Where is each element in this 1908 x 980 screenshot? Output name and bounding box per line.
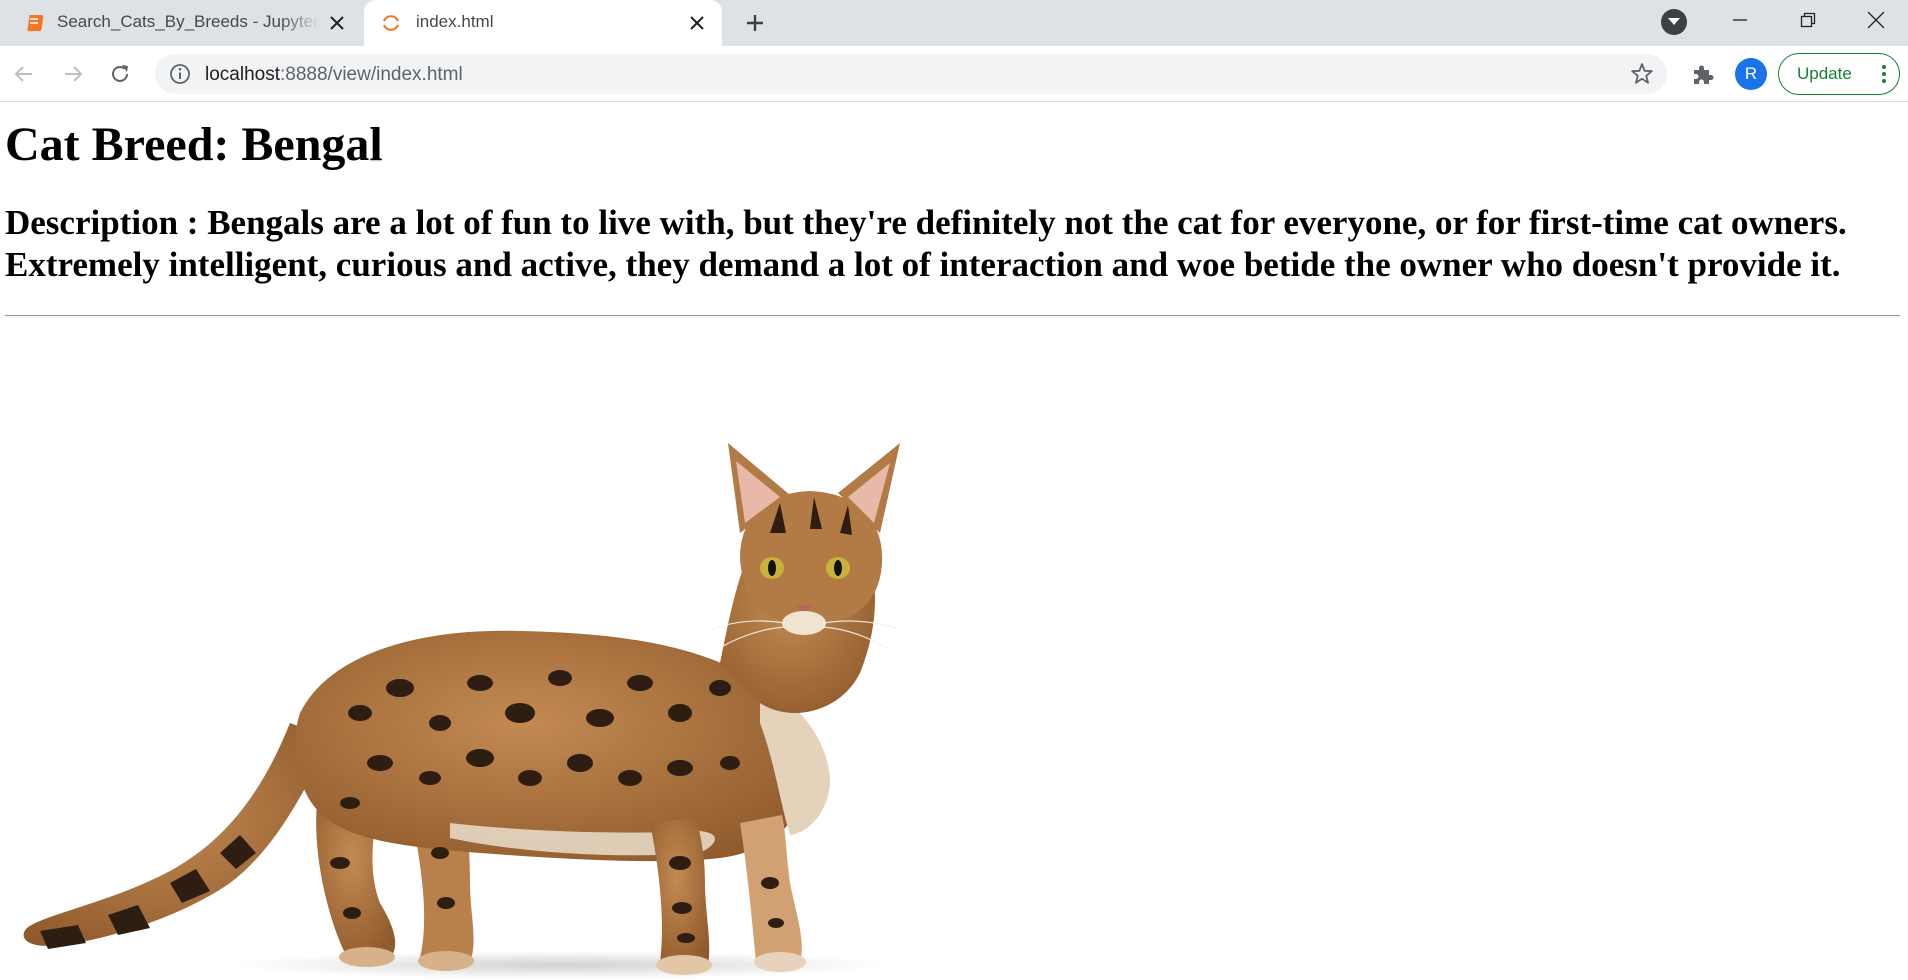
extensions-puzzle-icon[interactable] <box>1690 61 1716 87</box>
bookmark-star-icon[interactable] <box>1629 61 1655 87</box>
url-host: localhost <box>205 64 280 85</box>
jupyter-notebook-icon <box>27 15 44 31</box>
address-bar[interactable]: localhost:8888/view/index.html <box>155 54 1667 94</box>
page-content: Cat Breed: Bengal Description : Bengals … <box>0 103 1908 980</box>
update-button[interactable]: Update <box>1778 53 1900 95</box>
close-window-button[interactable] <box>1842 0 1908 40</box>
browser-toolbar: localhost:8888/view/index.html R Update <box>0 46 1908 102</box>
restore-icon <box>1800 12 1816 28</box>
update-label: Update <box>1797 64 1852 83</box>
url-path: :8888/view/index.html <box>280 64 463 85</box>
close-icon <box>1867 11 1885 29</box>
page-title: Cat Breed: Bengal <box>5 118 383 171</box>
plus-icon <box>747 15 763 31</box>
reload-button[interactable] <box>102 56 138 92</box>
tab-title: index.html <box>416 12 494 31</box>
more-vertical-icon <box>1882 65 1886 83</box>
tab-title: Search_Cats_By_Breeds - Jupyter <box>57 12 319 31</box>
jupyter-loading-icon <box>382 15 400 31</box>
tab-index-html[interactable]: index.html <box>364 0 722 46</box>
avatar-initial: R <box>1744 64 1758 83</box>
info-icon[interactable] <box>169 63 191 85</box>
browser-tab-strip: Search_Cats_By_Breeds - Jupyter index.ht… <box>0 0 1908 46</box>
close-tab-icon[interactable] <box>324 10 350 36</box>
restore-window-button[interactable] <box>1774 0 1842 40</box>
minimize-icon <box>1733 19 1747 21</box>
arrow-left-icon <box>14 66 32 82</box>
bengal-cat-image <box>23 443 900 979</box>
chevron-down-icon <box>1668 18 1680 25</box>
reload-icon <box>112 65 128 82</box>
tab-jupyter-notebook[interactable]: Search_Cats_By_Breeds - Jupyter <box>0 0 362 46</box>
profile-avatar[interactable]: R <box>1735 58 1767 90</box>
forward-button[interactable] <box>55 56 91 92</box>
arrow-right-icon <box>65 66 83 82</box>
breed-description: Description : Bengals are a lot of fun t… <box>5 203 1847 284</box>
tab-search-button[interactable] <box>1661 9 1687 35</box>
back-button[interactable] <box>6 56 42 92</box>
close-tab-icon[interactable] <box>684 10 710 36</box>
new-tab-button[interactable] <box>739 7 771 39</box>
horizontal-rule <box>5 315 1900 317</box>
minimize-window-button[interactable] <box>1706 0 1774 40</box>
address-url[interactable]: localhost:8888/view/index.html <box>205 64 463 86</box>
